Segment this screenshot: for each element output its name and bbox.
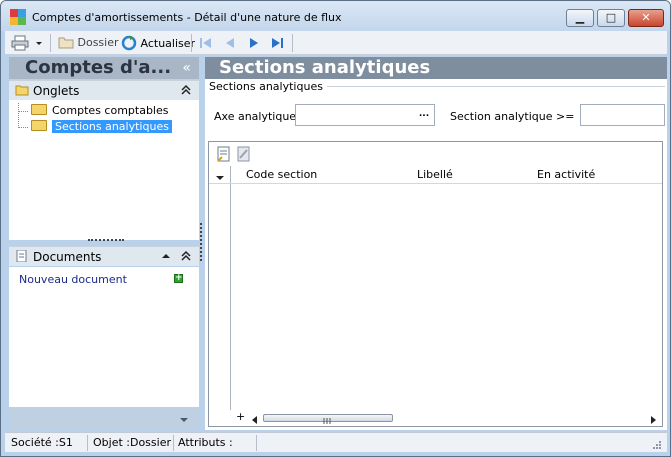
dossier-button[interactable]: Dossier — [58, 35, 119, 51]
grid-toolbar — [209, 142, 662, 166]
scrollbar-thumb[interactable] — [263, 414, 393, 424]
app-icon — [10, 9, 26, 25]
tree-connector — [18, 111, 28, 112]
title-bar: Comptes d'amortissements - Détail d'une … — [1, 1, 670, 31]
section-analytique-label: Section analytique >= — [450, 110, 575, 123]
axe-analytique-label: Axe analytique — [214, 110, 297, 123]
last-record-icon[interactable] — [269, 35, 285, 51]
folder-icon — [15, 84, 29, 96]
onglets-label: Onglets — [33, 84, 80, 98]
tree-connector — [18, 127, 28, 128]
close-button[interactable]: ✕ — [628, 9, 664, 27]
resize-grip-icon[interactable] — [651, 439, 661, 452]
document-icon — [15, 249, 29, 263]
column-header-libelle[interactable]: Libellé — [417, 168, 453, 181]
group-label: Sections analytiques — [209, 80, 327, 93]
toolbar: Dossier Actualiser — [5, 31, 667, 55]
print-dropdown-chevron-icon[interactable] — [34, 35, 44, 51]
collapse-section-icon[interactable] — [181, 250, 191, 265]
maximize-icon: □ — [605, 11, 617, 24]
sections-grid: Code section Libellé En activité + — [208, 141, 663, 427]
close-icon: ✕ — [641, 11, 651, 24]
tree-connector — [18, 103, 30, 128]
minimize-icon: ▁ — [575, 11, 585, 24]
folder-open-icon — [31, 120, 47, 131]
section-analytique-input[interactable] — [580, 104, 665, 126]
dossier-label: Dossier — [77, 36, 119, 49]
toolbar-separator — [191, 34, 192, 52]
window-title: Comptes d'amortissements - Détail d'une … — [32, 11, 342, 24]
status-bar: Société :S1 Objet :Dossier Attributs : — [5, 432, 667, 452]
chevron-down-icon[interactable] — [179, 414, 189, 427]
minimize-button[interactable]: ▁ — [566, 9, 594, 27]
maximize-button[interactable]: □ — [597, 9, 625, 27]
documents-label: Documents — [33, 250, 102, 264]
left-panel-header: Comptes d'a... « — [9, 57, 199, 79]
documents-panel: Nouveau document + — [9, 267, 199, 407]
tree-item-sections-analytiques[interactable]: Sections analytiques — [31, 119, 172, 134]
toolbar-separator — [292, 34, 293, 52]
add-row-button[interactable]: + — [236, 410, 245, 424]
horizontal-scrollbar[interactable] — [251, 413, 657, 424]
status-attributs: Attributs : — [175, 435, 257, 451]
grid-footer: + — [209, 410, 662, 426]
printer-icon[interactable] — [11, 35, 29, 51]
tree-item-label: Comptes comptables — [52, 104, 169, 117]
column-header-code-section[interactable]: Code section — [246, 168, 317, 181]
collapse-section-icon[interactable] — [181, 84, 191, 99]
main-panel: Sections analytiques Axe analytique ... … — [205, 79, 667, 430]
horizontal-splitter-handle[interactable] — [88, 239, 124, 242]
refresh-button[interactable]: Actualiser — [121, 35, 195, 51]
next-record-icon[interactable] — [246, 35, 262, 51]
application-window: Comptes d'amortissements - Détail d'une … — [0, 0, 671, 457]
documents-section-header[interactable]: Documents — [9, 246, 199, 266]
chevron-up-icon[interactable] — [161, 251, 171, 264]
status-objet: Objet :Dossier — [90, 435, 174, 451]
left-panel-title: Comptes d'a... — [25, 57, 172, 78]
column-header-en-activite[interactable]: En activité — [537, 168, 595, 181]
grid-row-header — [209, 166, 231, 410]
add-document-icon[interactable]: + — [174, 274, 183, 283]
grid-column-header: Code section Libellé En activité — [209, 166, 662, 184]
axe-analytique-input[interactable]: ... — [295, 104, 435, 126]
refresh-icon — [121, 35, 137, 51]
ellipsis-button[interactable]: ... — [415, 106, 433, 124]
new-document-icon[interactable] — [217, 146, 231, 165]
scroll-left-icon[interactable] — [251, 414, 259, 427]
edit-icon[interactable] — [237, 146, 251, 165]
tree-item-comptes-comptables[interactable]: Comptes comptables — [31, 103, 168, 118]
previous-record-icon[interactable] — [222, 35, 238, 51]
onglets-tree: Comptes comptables Sections analytiques — [9, 100, 199, 240]
scroll-right-icon[interactable] — [649, 414, 657, 427]
folder-icon — [31, 104, 47, 115]
first-record-icon[interactable] — [198, 35, 214, 51]
group-divider — [325, 86, 665, 87]
toolbar-separator — [50, 34, 51, 52]
tree-item-label: Sections analytiques — [52, 120, 172, 133]
new-document-link[interactable]: Nouveau document — [19, 272, 127, 287]
status-societe: Société :S1 — [8, 435, 88, 451]
collapse-panel-icon[interactable]: « — [182, 60, 191, 76]
folder-icon — [58, 37, 74, 49]
main-panel-header: Sections analytiques — [205, 57, 667, 79]
onglets-section-header[interactable]: Onglets — [9, 80, 199, 100]
vertical-splitter-handle[interactable] — [200, 223, 203, 261]
left-panel-footer — [9, 407, 199, 429]
main-panel-title: Sections analytiques — [219, 57, 431, 78]
refresh-label: Actualiser — [140, 37, 196, 50]
